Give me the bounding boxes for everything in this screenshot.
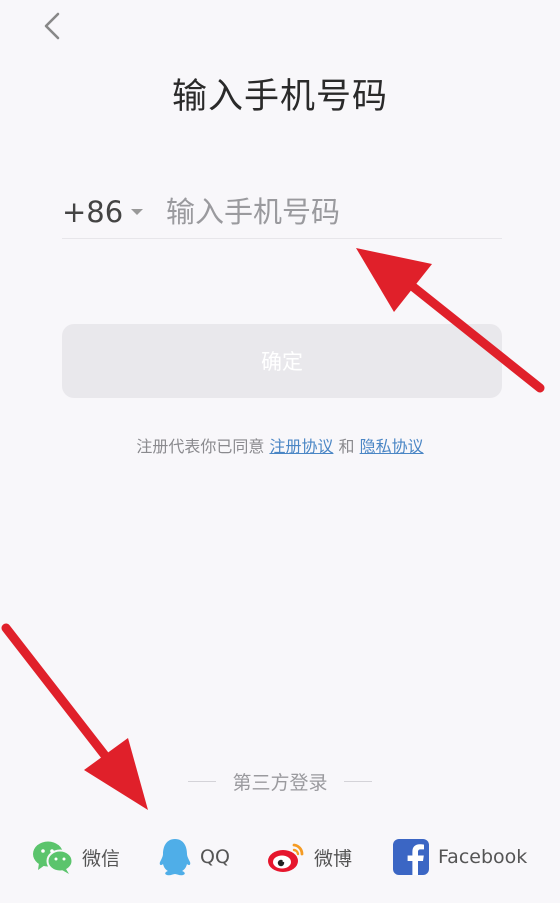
weibo-login-label: 微博 [314, 847, 353, 870]
qq-login-button[interactable]: QQ [158, 834, 230, 880]
country-code-selector[interactable]: +86 [62, 192, 144, 232]
agreement-text: 注册代表你已同意 注册协议 和 隐私协议 [0, 433, 560, 457]
chevron-left-icon [44, 12, 60, 40]
privacy-link[interactable]: 隐私协议 [360, 437, 424, 456]
facebook-login-button[interactable]: Facebook [392, 834, 527, 880]
caret-down-icon [131, 209, 144, 215]
facebook-login-label: Facebook [438, 846, 528, 868]
agreement-prefix: 注册代表你已同意 [136, 437, 270, 456]
phone-row: +86 [62, 186, 502, 239]
divider-line-right [343, 781, 372, 782]
page-title: 输入手机号码 [171, 77, 388, 117]
qq-icon [159, 839, 191, 876]
weibo-login-button[interactable]: 微博 [266, 834, 352, 880]
divider-line-left [188, 781, 217, 782]
third-party-login-row: 微信 QQ 微博 Facebook [0, 834, 560, 880]
wechat-login-button[interactable]: 微信 [32, 834, 120, 880]
agreement-joiner: 和 [333, 437, 360, 456]
facebook-icon [393, 839, 429, 875]
wechat-icon [33, 841, 74, 874]
third-party-label: 第三方登录 [232, 772, 328, 794]
phone-input[interactable] [166, 190, 496, 234]
wechat-login-label: 微信 [82, 847, 121, 870]
confirm-button[interactable]: 确定 [62, 324, 502, 398]
country-code-label: +86 [62, 195, 124, 229]
terms-link[interactable]: 注册协议 [269, 437, 333, 456]
back-button[interactable] [34, 8, 74, 48]
qq-login-label: QQ [200, 846, 230, 868]
weibo-icon [268, 843, 304, 872]
third-party-heading: 第三方登录 [0, 768, 560, 795]
